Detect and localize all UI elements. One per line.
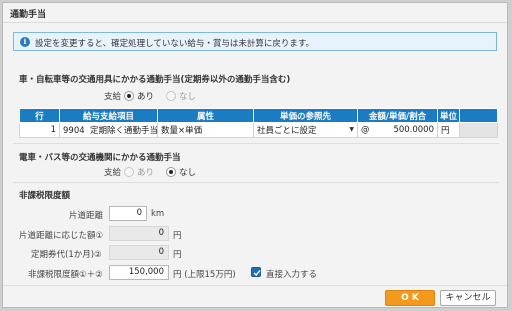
total-unit: 円 (上限15万円) (173, 270, 236, 280)
amount-cell[interactable]: @ 500.0000 (357, 122, 438, 138)
direct-input-checkbox[interactable] (251, 267, 261, 277)
amount-value: 500.0000 (393, 125, 434, 135)
section2-radio-yes[interactable] (124, 167, 134, 177)
info-icon: i (20, 37, 30, 47)
section2-no-label[interactable]: なし (179, 166, 196, 178)
at-symbol: @ (361, 125, 370, 135)
info-message: 設定を変更すると、確定処理していない給与・賞与は未計算に戻ります。 (35, 39, 315, 49)
col-header-amount: 金額/単価/割合 (357, 108, 438, 123)
total-label: 非課税限度額①＋② (28, 270, 103, 280)
check-icon (253, 270, 261, 277)
unit-cell: 円 (437, 122, 460, 138)
col-header-blank (459, 108, 498, 123)
table-header-row: 行 給与支給項目 属性 単価の参照先 金額/単価/割合 単位 (19, 108, 498, 123)
footer-divider (3, 285, 507, 286)
distance-input[interactable]: 0 (109, 206, 147, 221)
section1-pay-label: 支給 (104, 92, 122, 102)
ok-button[interactable]: O K (385, 290, 435, 306)
section1-radio-no[interactable] (166, 91, 176, 101)
table-row[interactable]: 1 9904 定期除く通勤手当 数量×単価 社員ごとに設定 ▼ @ 500.00… (19, 122, 498, 138)
reference-select[interactable]: 社員ごとに設定 ▼ (253, 122, 358, 138)
distance-label: 片道距離 (69, 211, 104, 221)
info-banner: i 設定を変更すると、確定処理していない給与・賞与は未計算に戻ります。 (13, 32, 497, 51)
direct-input-label[interactable]: 直接入力する (266, 268, 317, 280)
section2-pay-label: 支給 (104, 168, 122, 178)
title-bar: 通勤手当 (3, 3, 507, 23)
col-header-unit: 単位 (437, 108, 460, 123)
blank-cell (459, 122, 498, 138)
amount1-unit: 円 (173, 231, 182, 241)
limit-title: 非課税限度額 (19, 191, 71, 201)
col-header-row: 行 (19, 108, 60, 123)
amount1-label: 片道距離に応じた額① (19, 231, 104, 241)
allowance-table: 行 給与支給項目 属性 単価の参照先 金額/単価/割合 単位 1 9904 定期… (19, 108, 498, 138)
item-name: 定期除く通勤手当 (90, 126, 158, 136)
col-header-item: 給与支給項目 (59, 108, 158, 123)
row-number: 1 (19, 122, 60, 138)
distance-unit: km (151, 209, 165, 219)
amount2-field: 0 (109, 245, 169, 260)
section2-title: 電車・バス等の交通機関にかかる通勤手当 (19, 153, 181, 163)
col-header-attribute: 属性 (157, 108, 254, 123)
item-code: 9904 (63, 126, 85, 136)
dialog-title: 通勤手当 (10, 10, 47, 20)
section1-title: 車・自転車等の交通用具にかかる通勤手当(定期券以外の通勤手当含む) (19, 75, 291, 85)
amount2-unit: 円 (173, 250, 182, 260)
section1-no-label[interactable]: なし (179, 90, 196, 102)
section2-yes-label[interactable]: あり (137, 166, 154, 178)
col-header-reference: 単価の参照先 (253, 108, 358, 123)
commute-allowance-dialog: 通勤手当 i 設定を変更すると、確定処理していない給与・賞与は未計算に戻ります。… (2, 2, 508, 308)
total-input[interactable]: 150,000 (109, 265, 169, 280)
cancel-button[interactable]: キャンセル (440, 290, 496, 306)
attribute-cell[interactable]: 数量×単価 (157, 122, 254, 138)
reference-value: 社員ごとに設定 (257, 126, 317, 136)
item-cell[interactable]: 9904 定期除く通勤手当 (59, 122, 158, 138)
divider (13, 182, 499, 183)
amount1-field: 0 (109, 226, 169, 241)
section2-radio-no[interactable] (166, 167, 176, 177)
amount2-label: 定期券代(1か月)② (31, 250, 102, 260)
divider (13, 143, 499, 144)
dropdown-arrow-icon[interactable]: ▼ (349, 126, 354, 133)
section1-radio-yes[interactable] (124, 91, 134, 101)
section1-yes-label[interactable]: あり (137, 90, 154, 102)
